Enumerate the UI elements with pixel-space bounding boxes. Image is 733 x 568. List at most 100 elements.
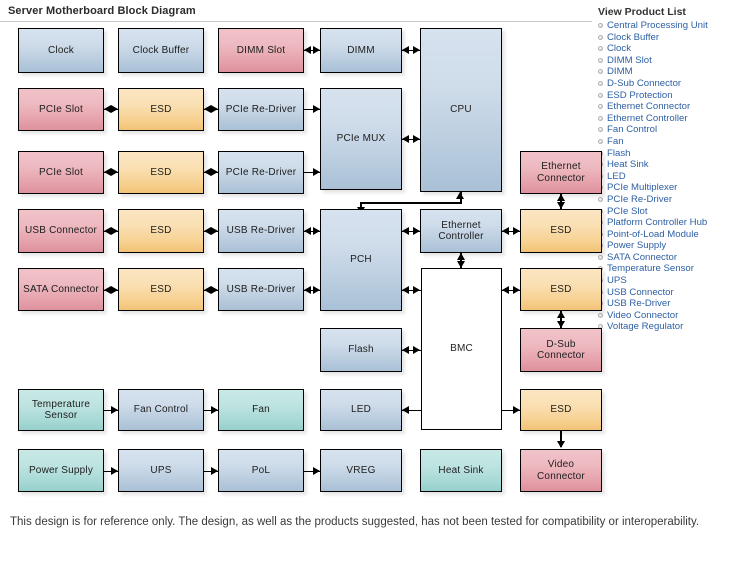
product-list-item[interactable]: DIMM Slot — [598, 55, 733, 67]
product-list-item[interactable]: Heat Sink — [598, 159, 733, 171]
product-label: Power Supply — [607, 240, 667, 252]
block-pcie-redriver-2[interactable]: PCIe Re-Driver — [218, 151, 304, 194]
product-list-item[interactable]: Power Supply — [598, 240, 733, 252]
arrowhead-right — [211, 467, 218, 475]
product-list-item[interactable]: Temperature Sensor — [598, 263, 733, 275]
arrowhead-right — [513, 227, 520, 235]
arrowhead-left — [402, 286, 409, 294]
bullet-icon — [598, 254, 603, 260]
block-sata-connector[interactable]: SATA Connector — [18, 268, 104, 311]
bullet-icon — [598, 92, 603, 98]
product-label: Central Processing Unit — [607, 20, 708, 31]
product-list-item[interactable]: Platform Controller Hub — [598, 217, 733, 229]
block-esd-1[interactable]: ESD — [118, 88, 204, 131]
arrowhead-right — [211, 227, 218, 235]
product-label: ESD Protection — [607, 89, 673, 101]
block-usb-redriver-1[interactable]: USB Re-Driver — [218, 209, 304, 253]
product-label: DIMM — [607, 66, 633, 78]
arrowhead-down — [556, 321, 565, 328]
product-list-item[interactable]: SATA Connector — [598, 251, 733, 264]
arrowhead-left — [502, 286, 509, 294]
product-list-item[interactable]: USB Connector — [598, 286, 733, 299]
block-video-connector[interactable]: Video Connector — [520, 449, 602, 492]
product-label: Voltage Regulator — [607, 321, 684, 333]
product-list-item[interactable]: Fan — [598, 135, 733, 148]
product-label: Fan Control — [607, 124, 658, 136]
product-list-item[interactable]: Clock Buffer — [598, 32, 733, 44]
bullet-icon — [598, 312, 603, 318]
block-temperature-sensor[interactable]: Temperature Sensor — [18, 389, 104, 431]
block-fan[interactable]: Fan — [218, 389, 304, 431]
block-clock[interactable]: Clock — [18, 28, 104, 73]
block-flash[interactable]: Flash — [320, 328, 402, 372]
product-list-item[interactable]: UPS — [598, 275, 733, 287]
block-pcie-mux[interactable]: PCIe MUX — [320, 88, 402, 190]
product-list-item[interactable]: Clock — [598, 43, 733, 55]
product-list-title: View Product List — [598, 6, 686, 18]
product-label: Heat Sink — [607, 159, 649, 171]
block-diagram-canvas: Clock Clock Buffer DIMM Slot DIMM CPU PC… — [0, 22, 602, 500]
product-label: D-Sub Connector — [607, 77, 682, 89]
block-pch[interactable]: PCH — [320, 209, 402, 311]
block-ethernet-controller[interactable]: Ethernet Controller — [420, 209, 502, 253]
product-list-item[interactable]: Voltage Regulator — [598, 321, 733, 333]
disclaimer-text: This design is for reference only. The d… — [10, 516, 700, 528]
block-esd-4[interactable]: ESD — [520, 209, 602, 253]
product-label: Ethernet Connector — [607, 101, 691, 113]
block-usb-connector[interactable]: USB Connector — [18, 209, 104, 253]
arrowhead-down — [556, 202, 565, 209]
product-list-item[interactable]: DIMM — [598, 66, 733, 78]
block-dimm-slot[interactable]: DIMM Slot — [218, 28, 304, 73]
arrowhead-right — [313, 46, 320, 54]
block-pcie-slot-2[interactable]: PCIe Slot — [18, 151, 104, 194]
arrowhead-right — [211, 168, 218, 176]
product-list-item[interactable]: D-Sub Connector — [598, 77, 733, 90]
product-list-item[interactable]: Point-of-Load Module — [598, 229, 733, 241]
bullet-icon — [598, 127, 603, 133]
block-esd-5[interactable]: ESD — [118, 268, 204, 311]
product-label: USB Connector — [607, 286, 674, 298]
block-pol[interactable]: PoL — [218, 449, 304, 492]
arrowhead-left — [304, 227, 311, 235]
block-heat-sink[interactable]: Heat Sink — [420, 449, 502, 492]
product-list-item[interactable]: PCIe Slot — [598, 206, 733, 218]
block-usb-redriver-2[interactable]: USB Re-Driver — [218, 268, 304, 311]
block-clock-buffer[interactable]: Clock Buffer — [118, 28, 204, 73]
block-ethernet-connector[interactable]: Ethernet Connector — [520, 151, 602, 194]
block-dimm[interactable]: DIMM — [320, 28, 402, 73]
block-cpu[interactable]: CPU — [420, 28, 502, 192]
product-list-item[interactable]: PCIe Re-Driver — [598, 194, 733, 206]
product-label: Fan — [607, 135, 624, 147]
block-vreg[interactable]: VREG — [320, 449, 402, 492]
product-list-item[interactable]: LED — [598, 171, 733, 183]
product-list-item[interactable]: Ethernet Controller — [598, 113, 733, 125]
product-list-item[interactable]: PCIe Multiplexer — [598, 182, 733, 194]
block-esd-2[interactable]: ESD — [118, 151, 204, 194]
block-esd-6[interactable]: ESD — [520, 268, 602, 311]
block-led[interactable]: LED — [320, 389, 402, 431]
product-list-panel: View Product List Central Processing Uni… — [596, 6, 733, 333]
product-list-item[interactable]: Central Processing Unit — [598, 20, 733, 32]
arrowhead-right — [513, 286, 520, 294]
block-power-supply[interactable]: Power Supply — [18, 449, 104, 492]
product-list-item[interactable]: Flash — [598, 148, 733, 160]
arrowhead-left — [104, 168, 111, 176]
product-list-item[interactable]: Ethernet Connector — [598, 101, 733, 113]
product-list-item[interactable]: ESD Protection — [598, 89, 733, 102]
block-pcie-redriver-1[interactable]: PCIe Re-Driver — [218, 88, 304, 131]
product-label: SATA Connector — [607, 251, 678, 263]
arrowhead-left — [402, 135, 409, 143]
product-list-item[interactable]: Video Connector — [598, 310, 733, 322]
product-list-item[interactable]: Fan Control — [598, 124, 733, 136]
bullet-icon — [598, 115, 603, 121]
block-esd-7[interactable]: ESD — [520, 389, 602, 431]
block-ups[interactable]: UPS — [118, 449, 204, 492]
block-pcie-slot-1[interactable]: PCIe Slot — [18, 88, 104, 131]
product-list-item[interactable]: USB Re-Driver — [598, 298, 733, 310]
block-dsub-connector[interactable]: D-Sub Connector — [520, 328, 602, 372]
block-fan-control[interactable]: Fan Control — [118, 389, 204, 431]
bullet-icon — [598, 46, 603, 52]
block-esd-3[interactable]: ESD — [118, 209, 204, 253]
block-bmc[interactable]: BMC — [421, 268, 502, 430]
arrowhead-left — [402, 406, 409, 414]
